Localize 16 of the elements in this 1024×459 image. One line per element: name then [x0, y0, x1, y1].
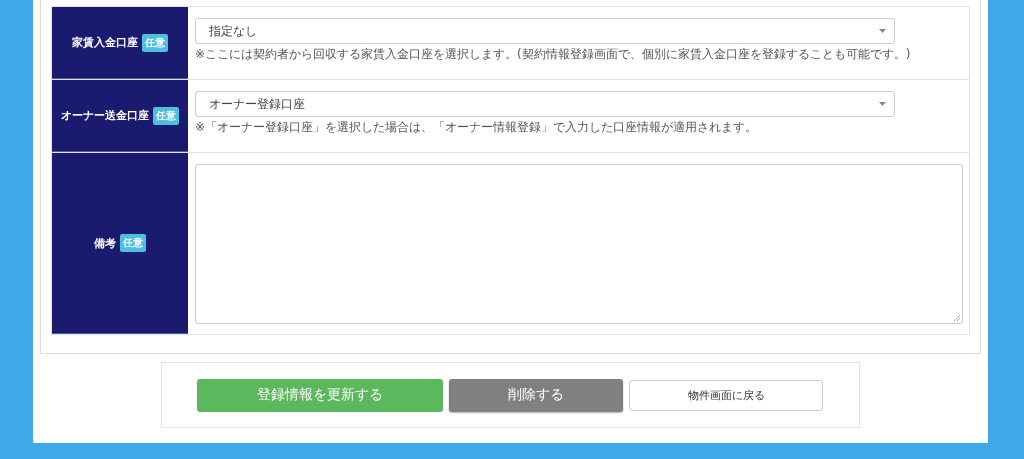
field-label: 備考: [94, 235, 116, 251]
action-button[interactable]: 物件画面に戻る: [629, 379, 823, 411]
field-label: 家賃入金口座: [72, 35, 138, 50]
field-label: オーナー送金口座: [61, 108, 149, 123]
dropdown[interactable]: 指定なし: [195, 18, 895, 44]
optional-badge: 任意: [142, 33, 168, 52]
resize-grip-icon: [954, 315, 960, 321]
optional-badge: 任意: [120, 234, 146, 252]
caret-icon: [879, 29, 886, 33]
optional-badge: 任意: [153, 106, 179, 125]
notes-field[interactable]: [195, 164, 963, 324]
help-text: ※「オーナー登録口座」を選択した場合は、「オーナー情報登録」で入力した口座情報が適用されます。: [195, 120, 759, 136]
action-button[interactable]: 削除する: [449, 378, 623, 412]
caret-icon: [879, 102, 886, 106]
help-text: ※ここには契約者から回収する家賃入金口座を選択します。(契約情報登録画面で、個別に家賃入金口座を登録することも可能です。): [195, 47, 912, 63]
dropdown[interactable]: オーナー登録口座: [195, 91, 895, 117]
